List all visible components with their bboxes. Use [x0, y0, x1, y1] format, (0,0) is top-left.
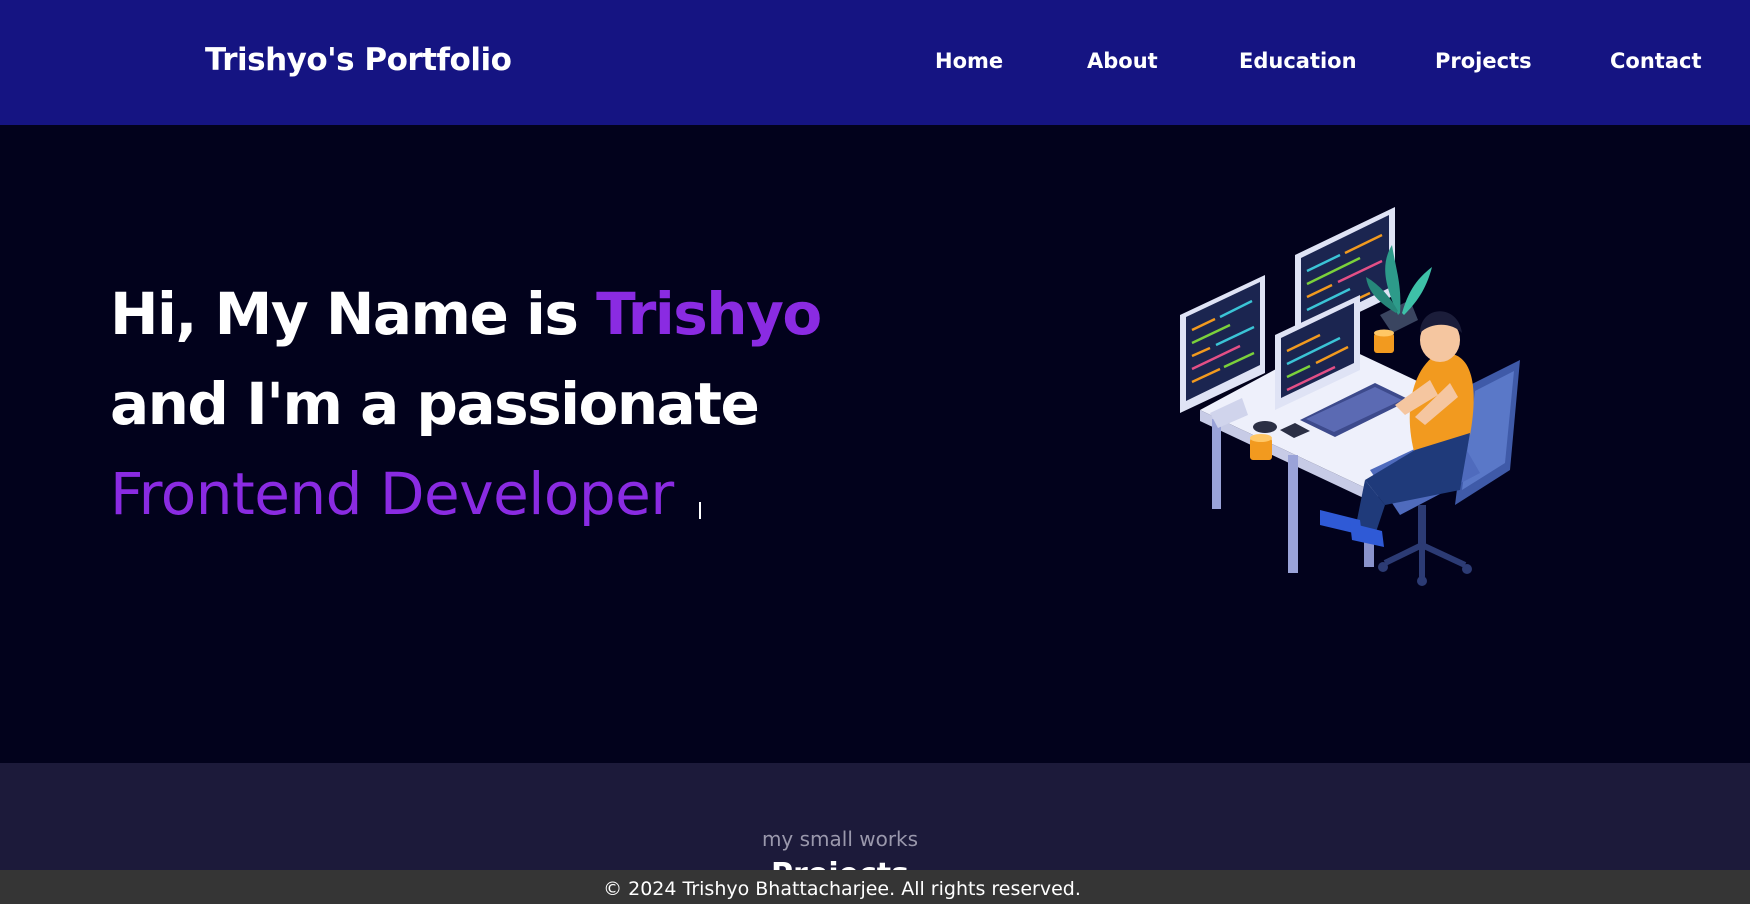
nav-link-education[interactable]: Education: [1239, 49, 1357, 73]
hero-role-typed: Frontend Developer: [110, 460, 674, 528]
nav-link-contact[interactable]: Contact: [1610, 49, 1702, 73]
nav-link-about[interactable]: About: [1087, 49, 1158, 73]
hero-greeting: Hi, My Name is Trishyo: [110, 280, 822, 348]
hero-greeting-prefix: Hi, My Name is: [110, 280, 597, 348]
developer-at-desk-illustration: [1180, 207, 1520, 586]
footer: © 2024 Trishyo Bhattacharjee. All rights…: [0, 870, 1750, 904]
brand-logo[interactable]: Trishyo's Portfolio: [205, 42, 512, 78]
hero-name: Trishyo: [596, 280, 822, 348]
navbar: Trishyo's Portfolio Home About Education…: [0, 0, 1750, 125]
projects-subtitle: my small works: [761, 827, 919, 851]
hero-line-two: and I'm a passionate: [110, 370, 760, 438]
footer-copyright: © 2024 Trishyo Bhattacharjee. All rights…: [603, 878, 1081, 900]
typing-cursor: [699, 502, 701, 519]
hero-section: Hi, My Name is Trishyo and I'm a passion…: [0, 125, 1750, 763]
nav-link-home[interactable]: Home: [935, 49, 1003, 73]
nav-link-projects[interactable]: Projects: [1435, 49, 1532, 73]
